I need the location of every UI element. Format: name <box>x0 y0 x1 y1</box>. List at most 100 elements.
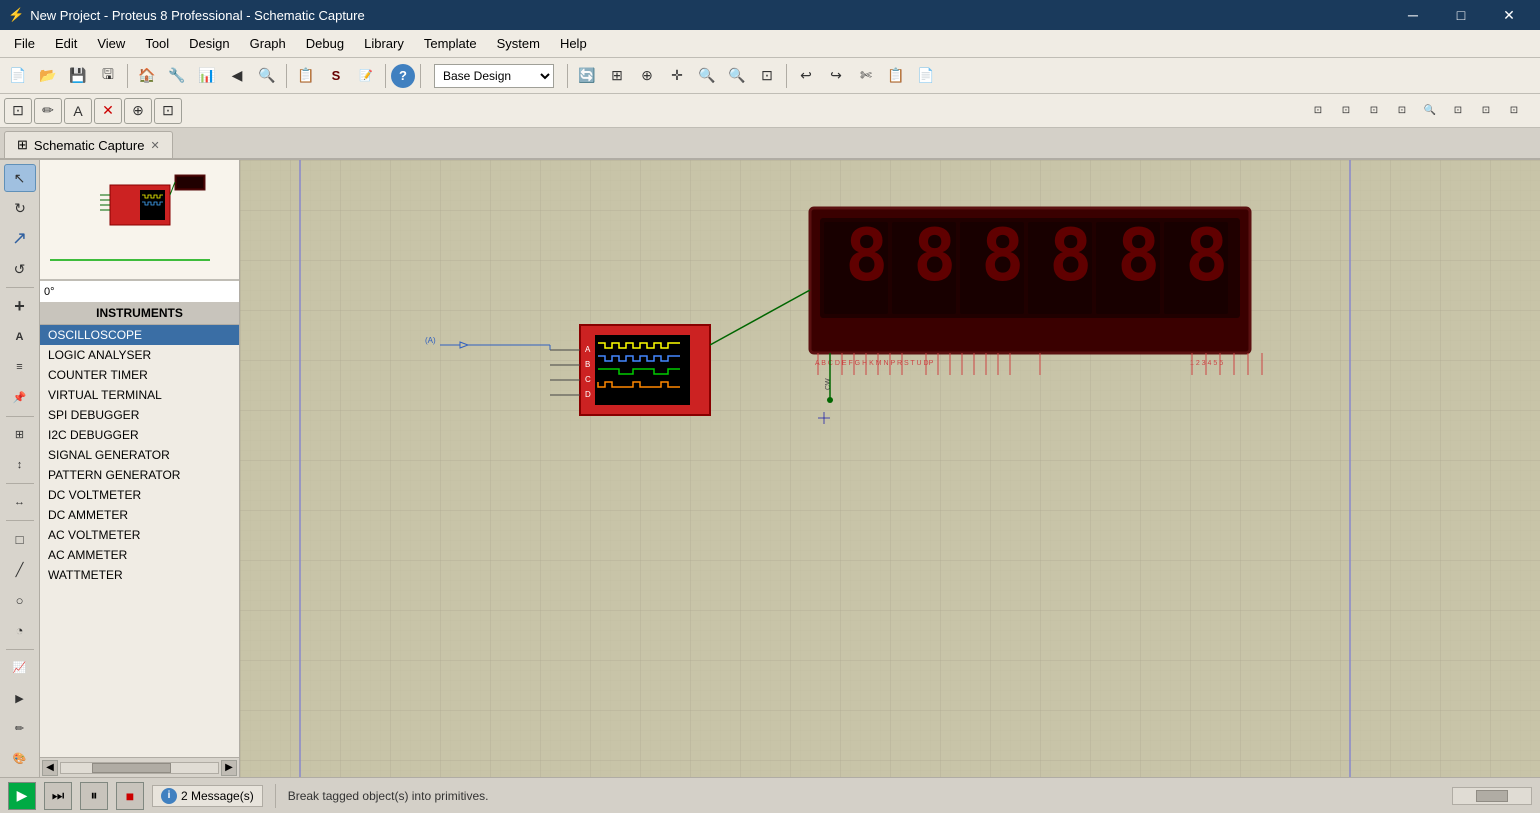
menu-item-tool[interactable]: Tool <box>135 33 179 54</box>
save-button[interactable]: 💾 <box>64 62 92 90</box>
scroll-track[interactable] <box>60 762 219 774</box>
tb2-extra1[interactable]: ⊡ <box>1304 97 1332 125</box>
undo-tool-button[interactable]: ↺ <box>4 255 36 283</box>
instrument-logic-analyser[interactable]: LOGIC ANALYSER <box>40 345 239 365</box>
back-button[interactable]: ◀ <box>223 62 251 90</box>
bom-button[interactable]: 📊 <box>193 62 221 90</box>
draw-rect-button[interactable]: □ <box>4 525 36 553</box>
find-button[interactable]: 🔍 <box>253 62 281 90</box>
refresh-button[interactable]: 🔄 <box>573 62 601 90</box>
canvas-area[interactable]: 8 8 8 8 8 8 A B C D E F G H K M N P R S … <box>240 160 1540 777</box>
redo-button[interactable]: ↪ <box>822 62 850 90</box>
h-scrollbar[interactable] <box>1452 787 1532 805</box>
menu-item-template[interactable]: Template <box>414 33 487 54</box>
scroll-right-arrow[interactable]: ▶ <box>221 760 237 776</box>
tab-close[interactable]: ✕ <box>150 139 159 152</box>
instrument-oscilloscope[interactable]: OSCILLOSCOPE <box>40 325 239 345</box>
tb2-extra3[interactable]: ⊡ <box>1360 97 1388 125</box>
copy2-button[interactable]: 📋 <box>882 62 910 90</box>
save-all-button[interactable]: 🖫 <box>94 62 122 90</box>
junction-tool-button[interactable]: ⊞ <box>4 421 36 449</box>
tb2-btn4[interactable]: ✕ <box>94 98 122 124</box>
instrument-virtual-terminal[interactable]: VIRTUAL TERMINAL <box>40 385 239 405</box>
restore-button[interactable]: □ <box>1438 0 1484 30</box>
draw-line-button[interactable]: ╱ <box>4 556 36 584</box>
menu-item-system[interactable]: System <box>487 33 550 54</box>
instruments-list[interactable]: OSCILLOSCOPELOGIC ANALYSERCOUNTER TIMERV… <box>40 325 239 757</box>
paint-button[interactable]: 🎨 <box>4 745 36 773</box>
redo-tool-button[interactable]: ↺ <box>4 194 36 222</box>
menu-item-graph[interactable]: Graph <box>240 33 296 54</box>
instrument-ac-ammeter[interactable]: AC AMMETER <box>40 545 239 565</box>
instrument-spi-debugger[interactable]: SPI DEBUGGER <box>40 405 239 425</box>
center-button[interactable]: ✛ <box>663 62 691 90</box>
home-button[interactable]: 🏠 <box>133 62 161 90</box>
close-button[interactable]: ✕ <box>1486 0 1532 30</box>
select-tool-button[interactable]: ↖ <box>4 164 36 192</box>
tb2-btn3[interactable]: A <box>64 98 92 124</box>
cut-button[interactable]: ✄ <box>852 62 880 90</box>
instrument-i2c-debugger[interactable]: I2C DEBUGGER <box>40 425 239 445</box>
script-button[interactable]: 📝 <box>352 62 380 90</box>
menu-item-edit[interactable]: Edit <box>45 33 87 54</box>
component-tool-button[interactable]: + <box>4 292 36 320</box>
scroll-left-arrow[interactable]: ◀ <box>42 760 58 776</box>
tb2-btn5[interactable]: ⊕ <box>124 98 152 124</box>
menu-item-library[interactable]: Library <box>354 33 414 54</box>
tb2-extra7[interactable]: ⊡ <box>1472 97 1500 125</box>
instrument-dc-voltmeter[interactable]: DC VOLTMETER <box>40 485 239 505</box>
menu-item-design[interactable]: Design <box>179 33 239 54</box>
paste-button[interactable]: 📄 <box>912 62 940 90</box>
bus-tool-button[interactable]: ≡ <box>4 353 36 381</box>
instrument-pattern-gen[interactable]: PATTERN GENERATOR <box>40 465 239 485</box>
draw-ellipse-button[interactable]: ○ <box>4 586 36 614</box>
tb2-extra6[interactable]: ⊡ <box>1444 97 1472 125</box>
grid-button[interactable]: ⊞ <box>603 62 631 90</box>
menu-item-debug[interactable]: Debug <box>296 33 354 54</box>
stop-button[interactable]: ■ <box>116 782 144 810</box>
tb2-extra8[interactable]: ⊡ <box>1500 97 1528 125</box>
tb2-btn2[interactable]: ✏ <box>34 98 62 124</box>
angle-input-field[interactable]: 0° <box>44 286 84 298</box>
tb2-extra5[interactable]: 🔍 <box>1416 97 1444 125</box>
s-button[interactable]: S <box>322 62 350 90</box>
ssd-char-1: 8 <box>845 213 888 297</box>
pen-button[interactable]: ✏ <box>4 714 36 742</box>
zoom-out-button[interactable]: 🔍 <box>723 62 751 90</box>
help-button[interactable]: ? <box>391 64 415 88</box>
new-button[interactable]: 📄 <box>4 62 32 90</box>
instrument-signal-generator[interactable]: SIGNAL GENERATOR <box>40 445 239 465</box>
tb2-extra2[interactable]: ⊡ <box>1332 97 1360 125</box>
graph-tool-button[interactable]: 📈 <box>4 654 36 682</box>
tape-button[interactable]: ▶ <box>4 684 36 712</box>
step-button[interactable]: ⏭ <box>44 782 72 810</box>
pin-tool-button[interactable]: 📌 <box>4 383 36 411</box>
pause-button[interactable]: ⏸ <box>80 782 108 810</box>
origin-button[interactable]: ⊕ <box>633 62 661 90</box>
instrument-dc-ammeter[interactable]: DC AMMETER <box>40 505 239 525</box>
instrument-counter-timer[interactable]: COUNTER TIMER <box>40 365 239 385</box>
menu-item-file[interactable]: File <box>4 33 45 54</box>
play-button[interactable]: ▶ <box>8 782 36 810</box>
power-tool-button[interactable]: ↕ <box>4 451 36 479</box>
undo-button[interactable]: ↩ <box>792 62 820 90</box>
zoom-in-button[interactable]: 🔍 <box>693 62 721 90</box>
design-selector-dropdown[interactable]: Base Design <box>434 64 554 88</box>
minimize-button[interactable]: ─ <box>1390 0 1436 30</box>
tb2-btn1[interactable]: ⊡ <box>4 98 32 124</box>
netlist-button[interactable]: 🔧 <box>163 62 191 90</box>
draw-arc-button[interactable]: ◔ <box>4 616 36 644</box>
instrument-ac-voltmeter[interactable]: AC VOLTMETER <box>40 525 239 545</box>
menu-item-help[interactable]: Help <box>550 33 597 54</box>
wire-tool-button[interactable]: ↗ <box>4 225 36 253</box>
tb2-btn6[interactable]: ⊡ <box>154 98 182 124</box>
instrument-wattmeter[interactable]: WATTMETER <box>40 565 239 585</box>
zoom-fit-button[interactable]: ⊡ <box>753 62 781 90</box>
virtual-inst-button[interactable]: ↔ <box>4 488 36 516</box>
open-button[interactable]: 📂 <box>34 62 62 90</box>
label-tool-button[interactable]: A <box>4 323 36 351</box>
schematic-capture-tab[interactable]: ⊞ Schematic Capture ✕ <box>4 131 173 158</box>
tb2-extra4[interactable]: ⊡ <box>1388 97 1416 125</box>
menu-item-view[interactable]: View <box>87 33 135 54</box>
copy-button[interactable]: 📋 <box>292 62 320 90</box>
